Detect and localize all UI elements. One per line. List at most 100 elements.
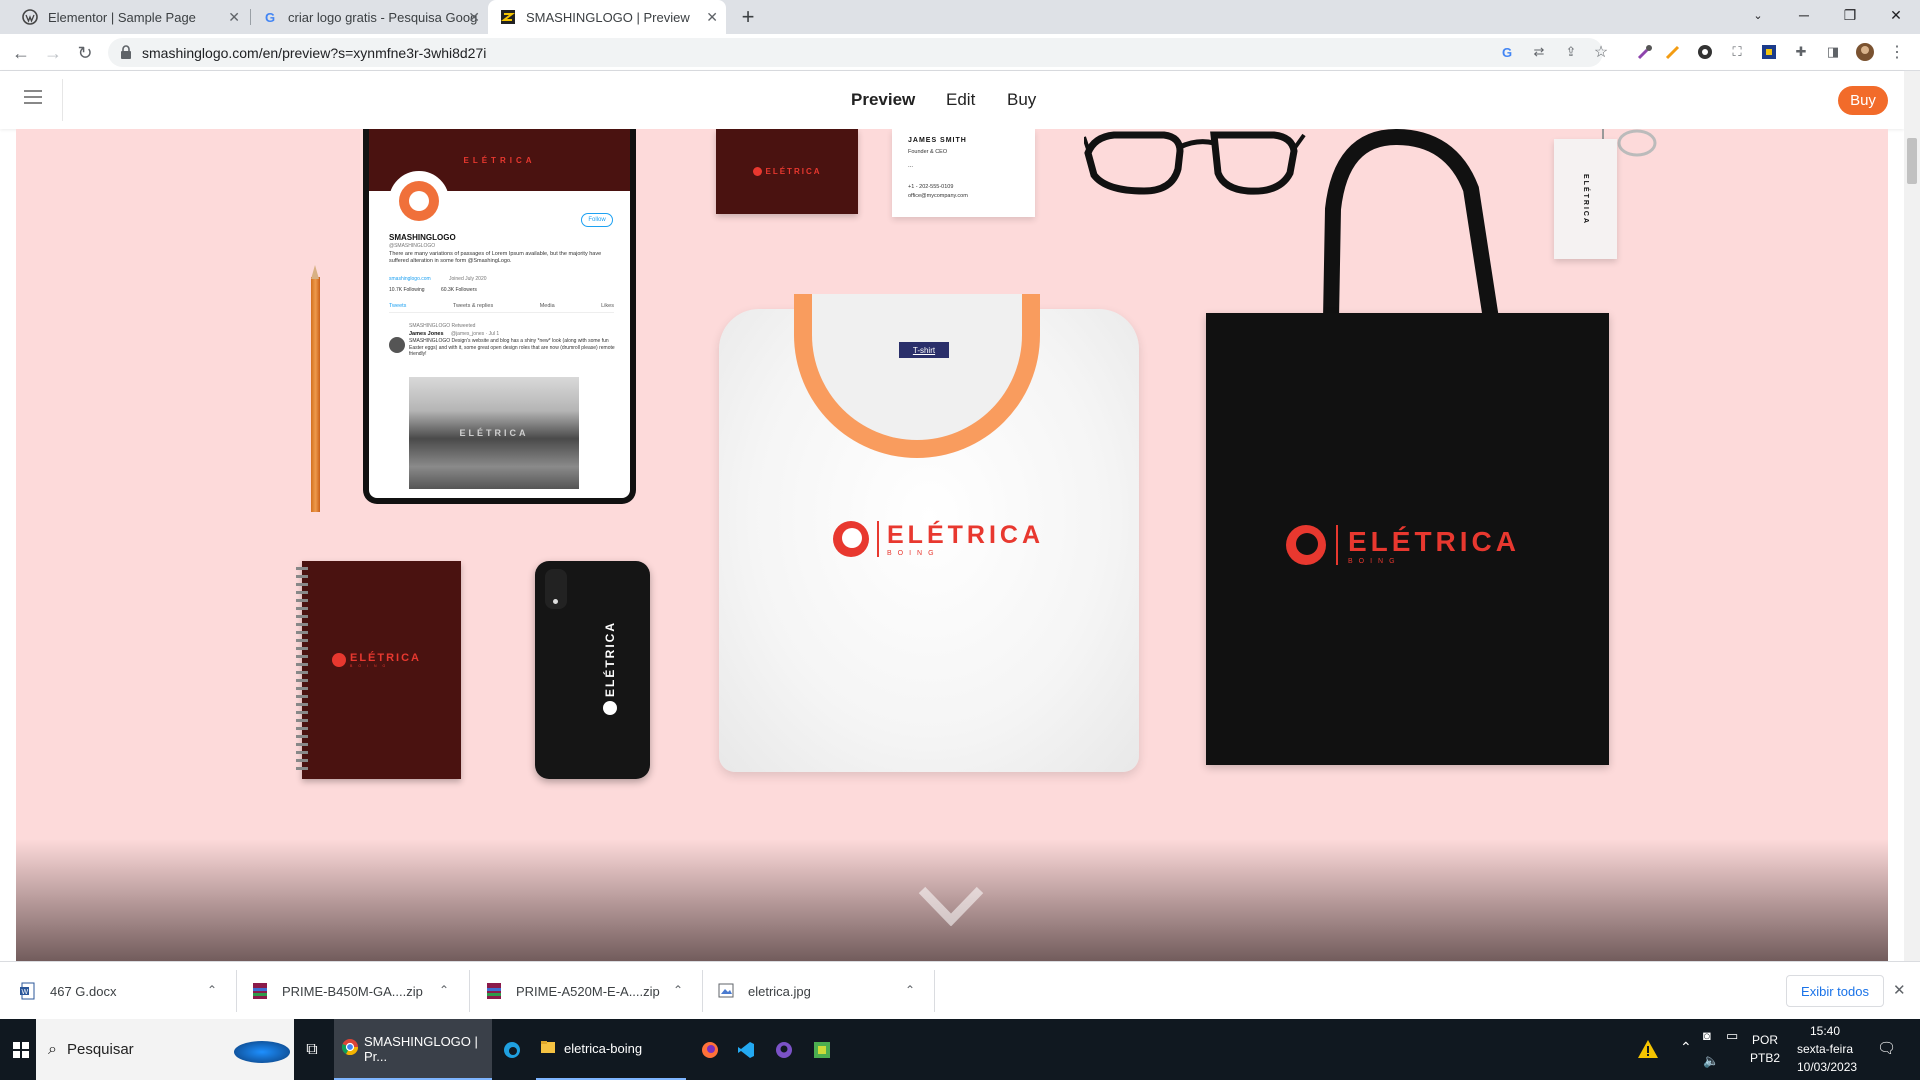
nav-edit[interactable]: Edit [946,90,975,110]
nav-preview[interactable]: Preview [851,90,915,110]
phone-flash [553,599,558,604]
app-green-icon[interactable] [812,1019,832,1080]
smashinglogo-icon [500,9,516,25]
taskbar-folder-window[interactable]: eletrica-boing [536,1019,686,1080]
tablet-retweet: SMASHINGLOGO Retweeted [409,323,476,329]
extension-eyedropper-icon[interactable] [1636,43,1654,61]
clock-time[interactable]: 15:40 [1810,1024,1840,1038]
url-text[interactable]: smashinglogo.com/en/preview?s=xynmfne3r-… [142,45,486,61]
tablet-profile-logo [389,171,449,231]
screenshot-icon[interactable]: ⛶ [1728,43,1746,61]
chevron-up-icon[interactable]: ⌃ [673,983,683,997]
warning-icon[interactable] [1637,1039,1659,1062]
page-scrollbar[interactable] [1904,71,1920,961]
github-icon[interactable] [774,1019,794,1080]
tab-google-search[interactable]: G criar logo gratis - Pesquisa Goog ✕ [252,0,488,34]
card-logo-mark [752,167,762,176]
divider [702,970,703,1012]
tab-elementor[interactable]: Elementor | Sample Page ✕ [8,0,248,34]
extension-color-icon[interactable] [1760,43,1778,61]
tag-brand: ELÉTRICA [1582,173,1589,225]
meet-now-icon[interactable]: ◙ [1703,1028,1711,1043]
tshirt-collar [794,294,1040,458]
show-all-downloads-button[interactable]: Exibir todos [1786,975,1884,1007]
back-button[interactable]: ← [8,40,34,66]
extensions-puzzle-icon[interactable]: ✚ [1792,43,1810,61]
windows-taskbar: ⌕ Pesquisar ⧉ SMASHINGLOGO | Pr... eletr… [0,1019,1920,1080]
tshirt-logo-mark [833,521,869,557]
notebook-mockup: ELÉTRICA BOING [296,561,461,779]
chevron-up-icon[interactable]: ⌃ [439,983,449,997]
reload-button[interactable]: ↻ [72,40,98,66]
close-downloads-icon[interactable]: ✕ [1893,981,1906,999]
notifications-icon[interactable]: 🗨 [1877,1039,1896,1057]
network-icon[interactable]: ▭ [1726,1028,1738,1044]
extension-circle-icon[interactable] [1696,43,1714,61]
business-card-mockup: JAMES SMITH Founder & CEO ... +1 - 202-5… [892,129,1035,217]
google-lens-icon[interactable]: G [1498,43,1516,61]
notebook-brand: ELÉTRICA [350,652,421,664]
divider [469,970,470,1012]
winrar-icon [486,982,502,1000]
show-hidden-icons-chevron-icon[interactable]: ⌃ [1680,1039,1692,1056]
clock-day[interactable]: sexta-feira [1797,1042,1853,1056]
nav-buy[interactable]: Buy [1007,90,1036,110]
tweet-avatar [389,337,405,353]
bookmark-star-icon[interactable]: ☆ [1592,43,1610,61]
tab-separator [250,9,251,25]
start-button[interactable] [8,1019,34,1080]
close-tab-icon[interactable]: ✕ [706,9,718,26]
volume-icon[interactable]: 🔈 [1703,1053,1719,1069]
extension-pen-icon[interactable] [1664,43,1682,61]
vscode-icon[interactable] [736,1019,756,1080]
download-item[interactable]: PRIME-A520M-E-A....zip ⌃ [486,962,696,1020]
download-item[interactable]: eletrica.jpg ⌃ [718,962,928,1020]
tote-logo-mark [1286,525,1326,565]
tab-smashinglogo[interactable]: SMASHINGLOGO | Preview ✕ [488,0,726,34]
share-icon[interactable]: ⇪ [1562,43,1580,61]
close-window-button[interactable]: ✕ [1873,0,1919,30]
chevron-up-icon[interactable]: ⌃ [207,983,217,997]
buy-button[interactable]: Buy [1838,86,1888,115]
download-filename: eletrica.jpg [748,983,811,999]
tab-search-icon[interactable]: ⌄ [1735,0,1781,30]
close-tab-icon[interactable]: ✕ [468,9,480,26]
card-dots: ... [908,163,914,169]
download-item[interactable]: W 467 G.docx ⌃ [20,962,230,1020]
new-tab-button[interactable]: + [736,0,760,34]
keychain-tag-mockup: ELÉTRICA [1554,139,1617,259]
chevron-up-icon[interactable]: ⌃ [905,983,915,997]
profile-avatar[interactable] [1856,43,1874,61]
card-email: office@mycompany.com [908,193,968,199]
tote-bag-mockup: ELÉTRICA BOING [1206,313,1609,765]
phone-logo: ELÉTRICA [603,621,617,715]
address-bar[interactable]: smashinglogo.com/en/preview?s=xynmfne3r-… [108,38,1608,67]
divider [62,79,63,121]
translate-icon[interactable]: ⇄ [1530,43,1548,61]
search-placeholder: Pesquisar [66,1041,134,1058]
taskbar-search[interactable]: ⌕ Pesquisar [36,1019,294,1080]
lock-icon[interactable] [120,45,132,64]
side-panel-icon[interactable]: ◨ [1824,43,1842,61]
clock-date[interactable]: 10/03/2023 [1797,1060,1857,1074]
keyboard-layout[interactable]: PTB2 [1750,1051,1780,1065]
scroll-down-chevron-icon[interactable] [918,884,984,926]
tote-handle [1323,129,1499,319]
language-indicator[interactable]: POR [1752,1033,1778,1047]
restore-button[interactable]: ❐ [1827,0,1873,30]
close-tab-icon[interactable]: ✕ [228,9,240,26]
forward-button[interactable]: → [40,40,66,66]
download-item[interactable]: PRIME-B450M-GA....zip ⌃ [252,962,462,1020]
card-name: JAMES SMITH [908,137,967,144]
scrollbar-thumb[interactable] [1907,138,1917,184]
download-filename: PRIME-A520M-E-A....zip [516,983,660,999]
task-view-icon[interactable]: ⧉ [300,1019,324,1080]
menu-kebab-icon[interactable]: ⋮ [1888,43,1906,61]
firefox-icon[interactable] [700,1019,720,1080]
hamburger-menu-icon[interactable] [24,90,42,104]
edge-icon[interactable] [500,1019,524,1080]
taskbar-chrome-window[interactable]: SMASHINGLOGO | Pr... [334,1019,492,1080]
tab-title: SMASHINGLOGO | Preview [526,9,690,25]
wordpress-icon [22,9,38,25]
minimize-button[interactable]: ─ [1781,0,1827,30]
